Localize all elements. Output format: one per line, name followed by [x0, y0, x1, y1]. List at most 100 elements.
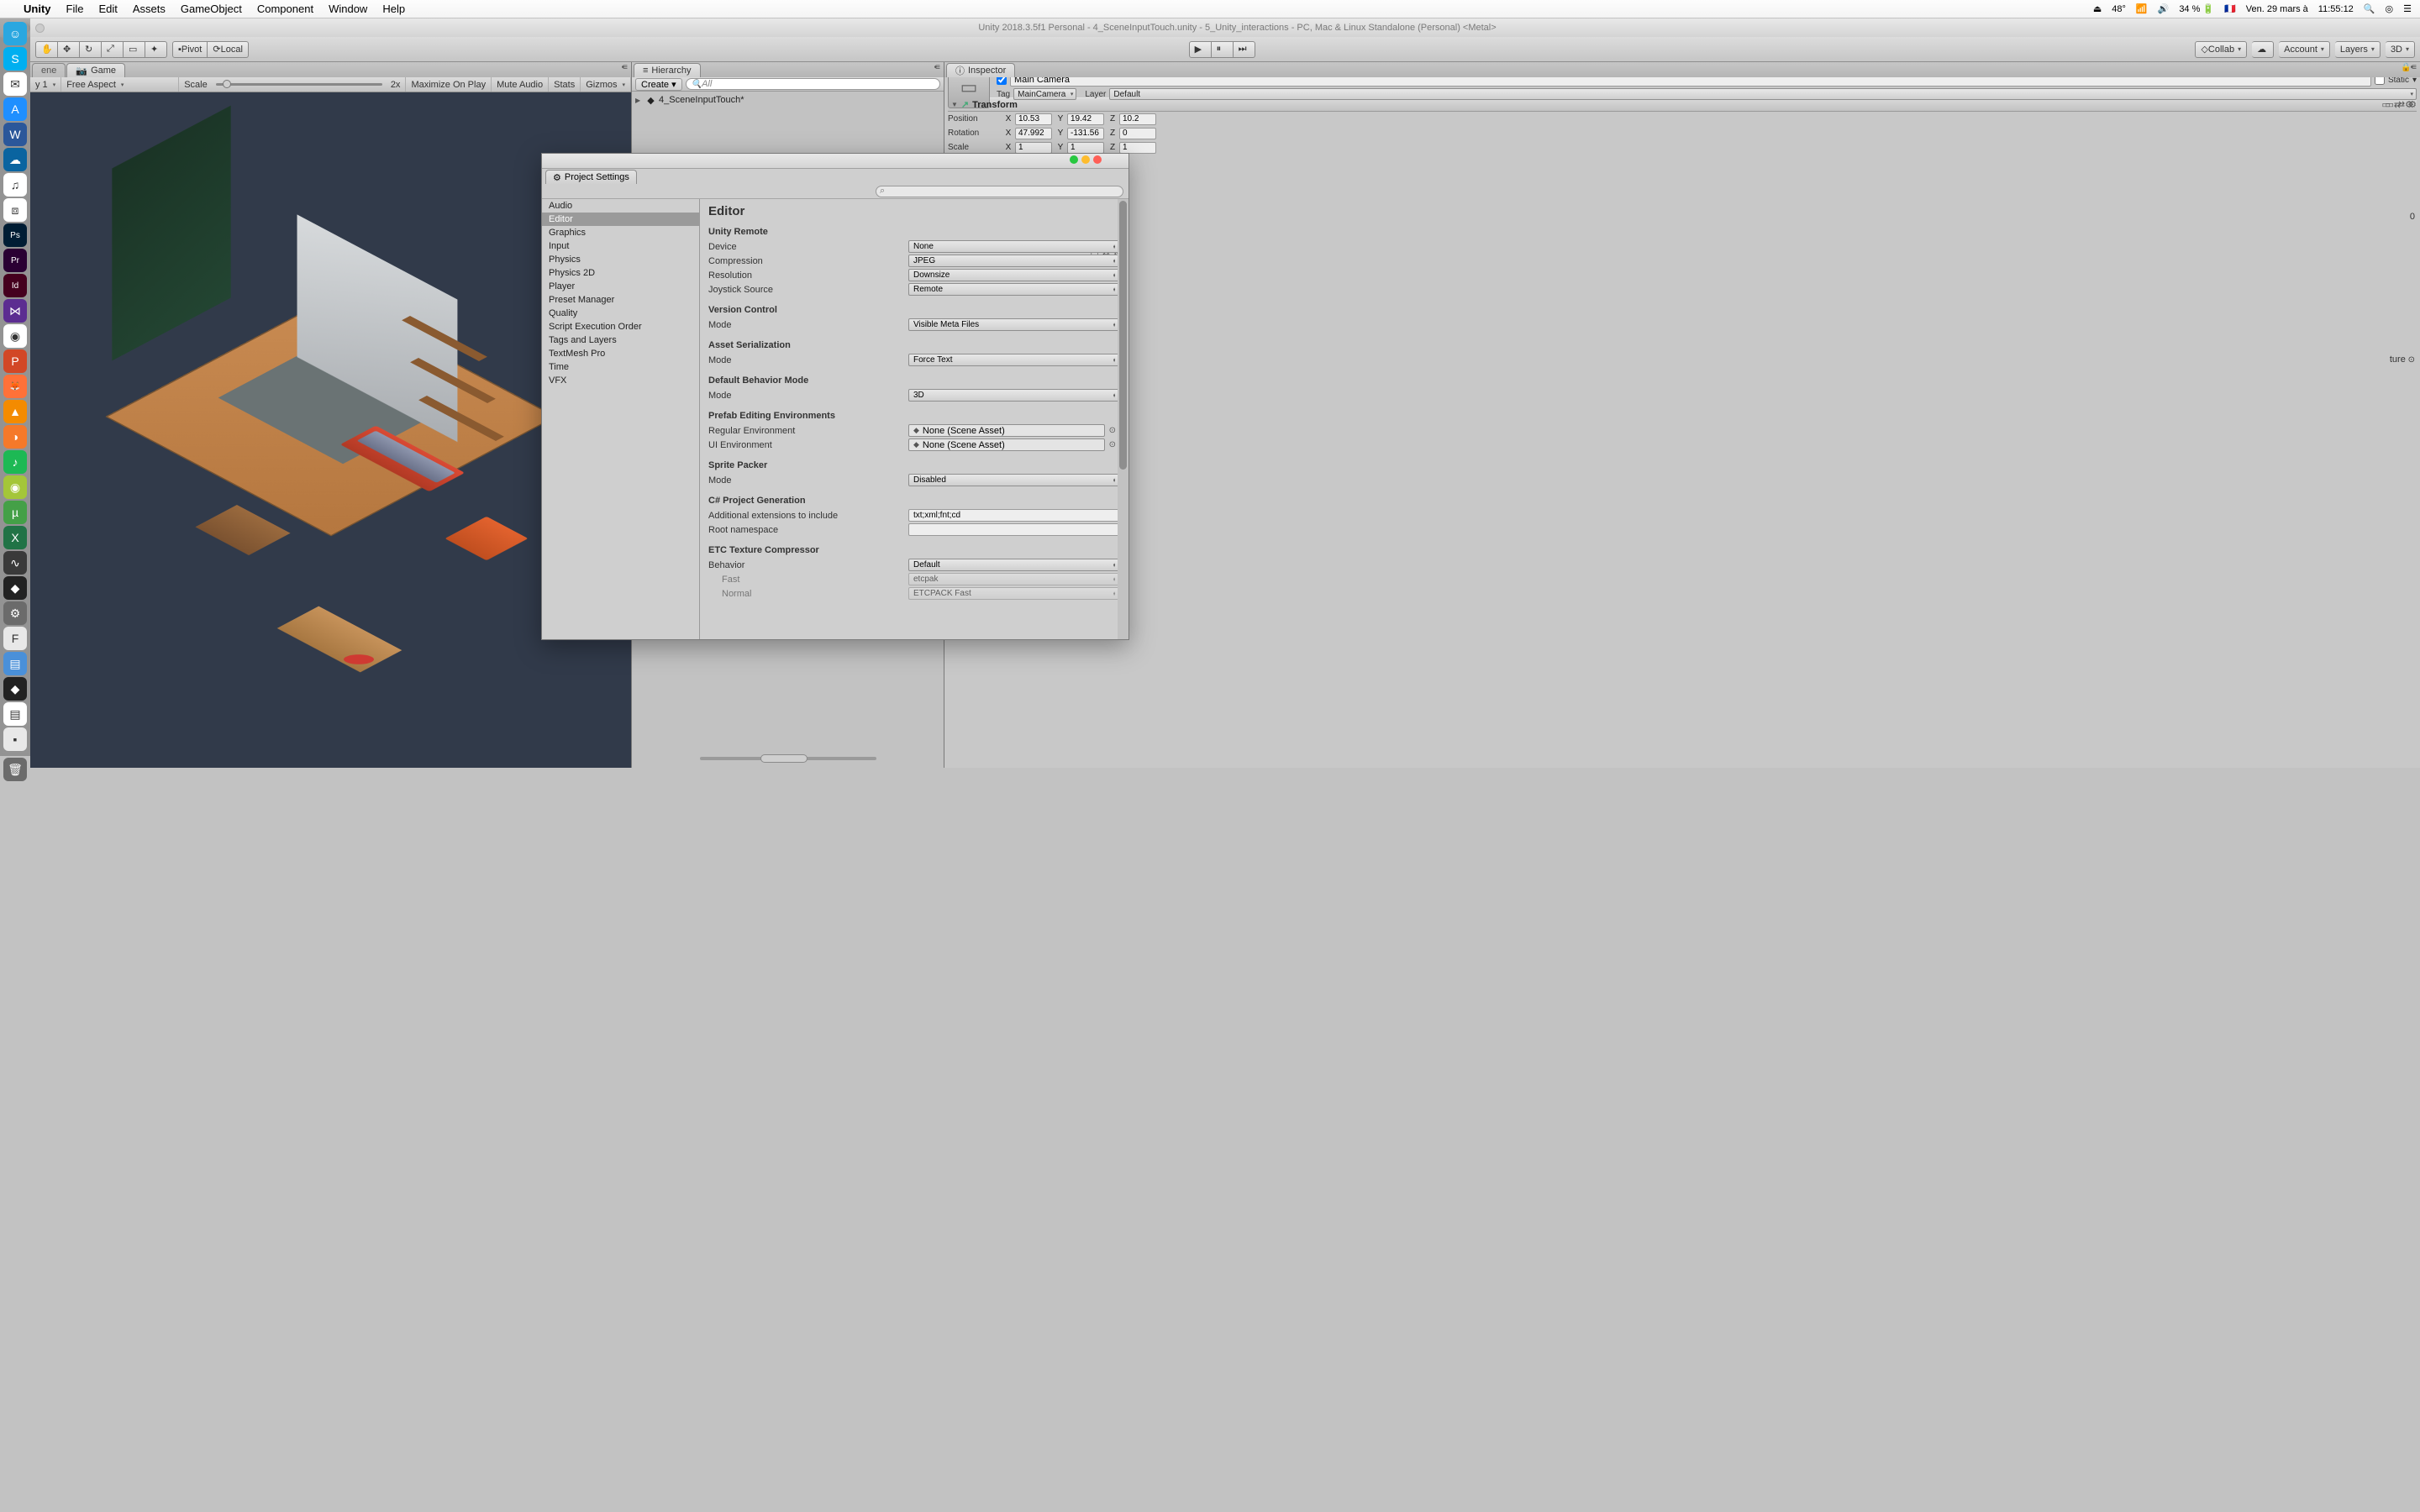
dock-activity[interactable]: ∿	[3, 551, 27, 575]
dock-music[interactable]: ♫	[3, 173, 27, 197]
dock-font[interactable]: F	[3, 627, 27, 650]
tab-scene[interactable]: ene	[32, 63, 66, 77]
setting-dropdown[interactable]: 3D	[908, 389, 1120, 402]
layout-dropdown[interactable]: 3D	[2386, 41, 2415, 58]
traffic-green[interactable]	[1070, 155, 1078, 164]
category-script-execution-order[interactable]: Script Execution Order	[542, 320, 699, 333]
category-physics-2d[interactable]: Physics 2D	[542, 266, 699, 280]
dock-sysprefs[interactable]: ⚙	[3, 601, 27, 625]
tab-project-settings[interactable]: ⚙ Project Settings	[545, 170, 637, 184]
setting-object-field[interactable]: ◆None (Scene Asset)	[908, 438, 1105, 451]
menu-assets[interactable]: Assets	[133, 3, 166, 15]
setting-dropdown[interactable]: Downsize	[908, 269, 1120, 281]
category-graphics[interactable]: Graphics	[542, 226, 699, 239]
dock-vlc[interactable]: ▲	[3, 400, 27, 423]
help-icon[interactable]: ▭	[2386, 99, 2394, 110]
dock-skype[interactable]: S	[3, 47, 27, 71]
category-textmesh-pro[interactable]: TextMesh Pro	[542, 347, 699, 360]
scl-y[interactable]	[1067, 142, 1104, 154]
dock-visualstudio[interactable]: ⋈	[3, 299, 27, 323]
scene-row[interactable]: ▶ ◆ 4_SceneInputTouch*	[632, 93, 944, 107]
dock-chrome[interactable]: ◉	[3, 324, 27, 348]
setting-dropdown[interactable]: Force Text	[908, 354, 1120, 366]
menu-component[interactable]: Component	[257, 3, 313, 15]
dock-excel[interactable]: X	[3, 526, 27, 549]
local-toggle[interactable]: ⟳ Local	[208, 41, 249, 58]
setting-dropdown[interactable]: Visible Meta Files	[908, 318, 1120, 331]
pos-z[interactable]	[1119, 113, 1156, 125]
layer-dropdown[interactable]: Default	[1109, 88, 2417, 100]
menu-help[interactable]: Help	[382, 3, 405, 15]
dock-trash[interactable]: 🗑	[3, 758, 27, 781]
cloud-button[interactable]: ☁	[2252, 41, 2274, 58]
dock-terminal[interactable]: ▪	[3, 727, 27, 751]
category-audio[interactable]: Audio	[542, 199, 699, 213]
panel-menu-icon[interactable]: •≡	[934, 63, 939, 72]
dock-notes[interactable]: ▤	[3, 702, 27, 726]
rot-x[interactable]	[1015, 128, 1052, 139]
category-physics[interactable]: Physics	[542, 253, 699, 266]
category-input[interactable]: Input	[542, 239, 699, 253]
category-player[interactable]: Player	[542, 280, 699, 293]
multi-tool[interactable]: ✦	[145, 41, 167, 58]
dock-word[interactable]: W	[3, 123, 27, 146]
category-preset-manager[interactable]: Preset Manager	[542, 293, 699, 307]
settings-scrollbar[interactable]	[1118, 199, 1128, 639]
dock-unityhub[interactable]: ◆	[3, 677, 27, 701]
hand-tool[interactable]: ✋	[35, 41, 58, 58]
dock-finder[interactable]: ☺	[3, 22, 27, 45]
dock-appstore[interactable]: A	[3, 97, 27, 121]
rotate-tool[interactable]: ↻	[80, 41, 102, 58]
settings-search[interactable]	[876, 186, 1123, 197]
traffic-red[interactable]	[1093, 155, 1102, 164]
setting-dropdown[interactable]: JPEG	[908, 255, 1120, 267]
aspect-dropdown[interactable]: Free Aspect	[61, 77, 179, 92]
display-dropdown[interactable]: y 1	[30, 77, 61, 92]
status-flag[interactable]: 🇫🇷	[2224, 3, 2236, 14]
status-eject-icon[interactable]: ⏏	[2093, 3, 2102, 14]
menu-file[interactable]: File	[66, 3, 84, 15]
pivot-toggle[interactable]: ▪ Pivot	[172, 41, 208, 58]
scale-slider[interactable]: Scale 2x	[179, 77, 406, 92]
setting-dropdown[interactable]: Remote	[908, 283, 1120, 296]
hierarchy-search[interactable]: 🔍All	[686, 78, 940, 90]
rot-y[interactable]	[1067, 128, 1104, 139]
setting-text-field[interactable]	[908, 523, 1120, 536]
category-vfx[interactable]: VFX	[542, 374, 699, 387]
preset-icon[interactable]: ⇄	[2397, 99, 2405, 110]
pos-y[interactable]	[1067, 113, 1104, 125]
dock-powerpoint[interactable]: P	[3, 349, 27, 373]
panel-menu-icon[interactable]: •≡	[622, 63, 626, 72]
stats-toggle[interactable]: Stats	[549, 77, 581, 92]
mute-toggle[interactable]: Mute Audio	[492, 77, 549, 92]
move-tool[interactable]: ✥	[58, 41, 80, 58]
dock-indesign[interactable]: Id	[3, 274, 27, 297]
dock-dropbox[interactable]: ⧈	[3, 198, 27, 222]
collab-dropdown[interactable]: ◇ Collab	[2195, 41, 2247, 58]
play-button[interactable]: ▶	[1189, 41, 1212, 58]
panel-menu-icon[interactable]: 🔒 •≡	[2401, 63, 2415, 72]
tab-hierarchy[interactable]: ≡ Hierarchy	[634, 63, 701, 77]
dock-preview[interactable]: ▤	[3, 652, 27, 675]
app-menu[interactable]: Unity	[24, 3, 51, 15]
status-wifi-icon[interactable]: 📶	[2136, 3, 2148, 14]
rect-tool[interactable]: ▭	[124, 41, 145, 58]
dock-onedrive[interactable]: ☁	[3, 148, 27, 171]
menu-gameobject[interactable]: GameObject	[181, 3, 242, 15]
pos-x[interactable]	[1015, 113, 1052, 125]
dock-blender[interactable]: ◑	[3, 425, 27, 449]
create-dropdown[interactable]: Create ▾	[635, 78, 682, 91]
setting-dropdown[interactable]: Disabled	[908, 474, 1120, 486]
dock-android[interactable]: ◉	[3, 475, 27, 499]
category-tags-and-layers[interactable]: Tags and Layers	[542, 333, 699, 347]
dock-unity[interactable]: ◆	[3, 576, 27, 600]
pause-button[interactable]: ⏸	[1212, 41, 1234, 58]
setting-text-field[interactable]	[908, 509, 1120, 522]
dock-spotify[interactable]: ♪	[3, 450, 27, 474]
step-button[interactable]: ⏭	[1234, 41, 1255, 58]
account-dropdown[interactable]: Account	[2279, 41, 2330, 58]
tag-dropdown[interactable]: MainCamera	[1013, 88, 1076, 100]
scale-tool[interactable]: ⤢	[102, 41, 124, 58]
dock-premiere[interactable]: Pr	[3, 249, 27, 272]
category-time[interactable]: Time	[542, 360, 699, 374]
